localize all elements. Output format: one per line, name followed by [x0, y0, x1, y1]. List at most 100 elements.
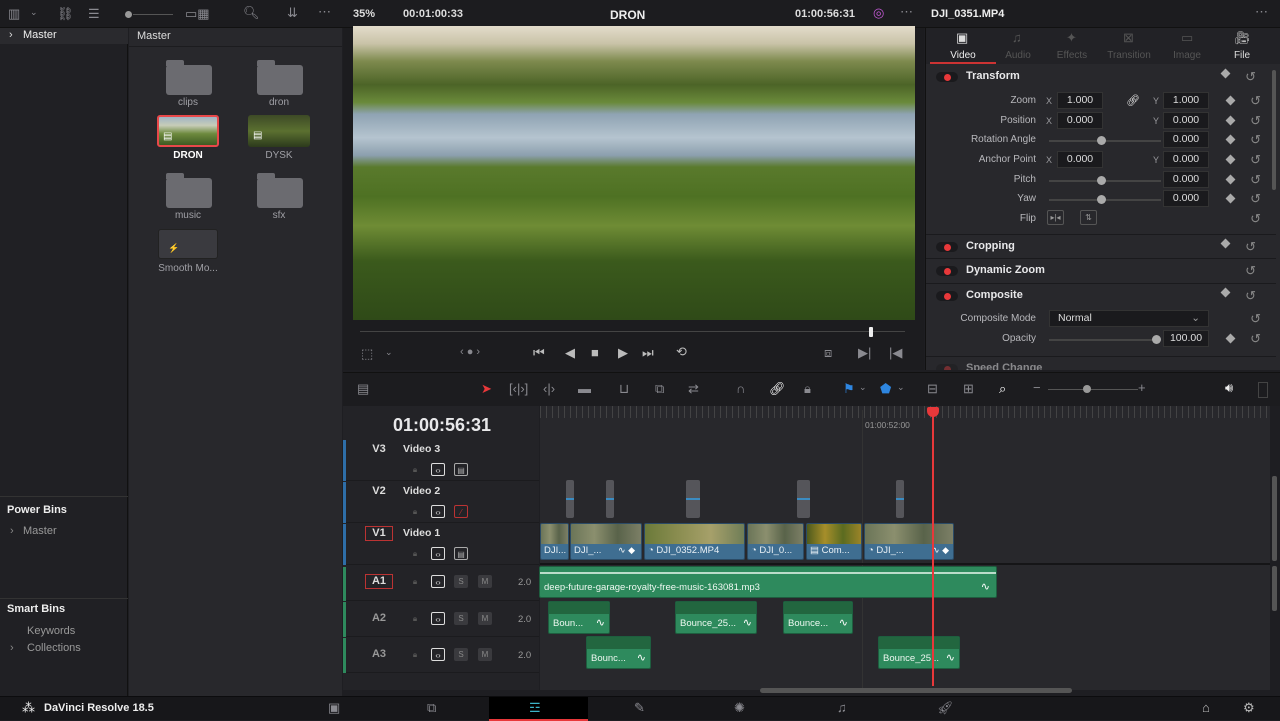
destination-track-a1[interactable]: A1	[365, 574, 393, 589]
metadata-icon[interactable]: ☰	[88, 6, 100, 22]
track-header-v3[interactable]: V3 Video 3 🔒︎ ‹› ▤	[343, 440, 539, 481]
insert-clip-icon[interactable]: ⊔	[619, 381, 629, 397]
reset-icon[interactable]: ↺	[1245, 288, 1256, 304]
search-icon[interactable]: 🔍︎	[243, 5, 260, 21]
media-item-clips[interactable]: clips	[143, 60, 233, 108]
more-options-icon[interactable]: ⋯	[1255, 4, 1268, 20]
yaw-field[interactable]: 0.000	[1163, 190, 1209, 207]
zoom-custom-icon[interactable]: ⌕	[999, 381, 1006, 397]
reset-icon[interactable]: ↺	[1250, 132, 1261, 148]
dynamic-trim-icon[interactable]: ‹|›	[543, 381, 555, 396]
more-options-icon[interactable]: ⋯	[900, 4, 913, 20]
edit-page-icon[interactable]: ☲	[529, 700, 541, 716]
reset-icon[interactable]: ↺	[1250, 172, 1261, 188]
transition[interactable]	[686, 480, 700, 518]
flip-horizontal-button[interactable]: ▸|◂	[1047, 210, 1064, 225]
zoom-out-icon[interactable]: −	[1033, 380, 1041, 395]
smart-bin-collections[interactable]: Collections	[27, 642, 81, 654]
viewer-zoom[interactable]: 35%	[353, 8, 375, 20]
mute-button[interactable]: M	[478, 648, 492, 661]
destination-track-v1[interactable]: V1	[365, 526, 393, 541]
tab-image[interactable]: ▭ Image	[1157, 28, 1217, 64]
play-icon[interactable]: ▶	[618, 345, 628, 361]
thumbnail-size-slider[interactable]	[125, 11, 132, 18]
home-icon[interactable]: ⌂	[1202, 700, 1210, 715]
video-clip[interactable]: ◔ DJI_... ∿ ◆	[864, 523, 954, 560]
pitch-field[interactable]: 0.000	[1163, 171, 1209, 188]
reset-icon[interactable]: ↺	[1250, 191, 1261, 207]
reset-icon[interactable]: ↺	[1250, 93, 1261, 109]
audio-clip-music[interactable]: deep-future-garage-royalty-free-music-16…	[539, 566, 997, 598]
trim-edit-icon[interactable]: [‹|›]	[509, 381, 528, 396]
yaw-slider-handle[interactable]	[1097, 195, 1106, 204]
cropping-section[interactable]: Cropping ↺	[926, 234, 1276, 258]
reset-icon[interactable]: ↺	[1245, 263, 1256, 279]
track-header-a2[interactable]: A2 🔒︎ ‹› S M 2.0	[343, 602, 539, 637]
media-item-music[interactable]: music	[143, 173, 233, 221]
keyframe-icon[interactable]	[1225, 174, 1236, 185]
tab-file[interactable]: 🎥︎ File	[1212, 28, 1272, 64]
smart-bin-keywords[interactable]: Keywords	[27, 625, 75, 637]
timeline-name-dropdown[interactable]: DRON	[610, 8, 645, 22]
keyframe-icon[interactable]	[1225, 134, 1236, 145]
audio-clip[interactable]: Bounce... ∿	[783, 601, 853, 634]
stop-icon[interactable]: ■	[591, 345, 599, 360]
timeline-horizontal-scrollbar[interactable]	[760, 688, 1072, 693]
lock-icon[interactable]: 🔒︎	[408, 547, 422, 560]
track-enable-icon[interactable]: ▤	[454, 547, 468, 560]
reset-icon[interactable]: ↺	[1250, 152, 1261, 168]
snapping-icon[interactable]: ∩	[736, 381, 745, 396]
media-item-dron[interactable]: dron	[234, 60, 324, 108]
media-item-dysk-timeline[interactable]: ▤ DYSK	[234, 114, 324, 164]
scrubber-track[interactable]	[360, 331, 905, 332]
auto-select-icon[interactable]: ‹›	[431, 575, 445, 588]
flag-icon[interactable]: ⚑	[843, 381, 855, 397]
speed-change-section[interactable]: Speed Change	[926, 356, 1276, 370]
composite-toggle[interactable]	[936, 291, 958, 301]
keyframe-icon[interactable]	[1220, 238, 1231, 249]
reset-icon[interactable]: ↺	[1250, 331, 1261, 347]
color-page-icon[interactable]: ✺	[734, 700, 745, 716]
rotation-field[interactable]: 0.000	[1163, 131, 1209, 148]
reset-icon[interactable]: ↺	[1245, 239, 1256, 255]
reset-icon[interactable]: ↺	[1250, 113, 1261, 129]
play-reverse-icon[interactable]: ◀	[565, 345, 575, 361]
speaker-icon[interactable]: 🔊︎	[1225, 380, 1233, 396]
keyframe-icon[interactable]	[1225, 193, 1236, 204]
position-lock-icon[interactable]: 🔒︎	[804, 381, 811, 397]
track-disabled-icon[interactable]: ⁄	[454, 505, 468, 518]
replace-clip-icon[interactable]: ⇄	[688, 381, 699, 397]
keyframe-icon[interactable]	[1225, 115, 1236, 126]
video-clip[interactable]: ◔ DJI_0...	[747, 523, 804, 560]
zoom-in-icon[interactable]: +	[1138, 380, 1146, 395]
media-item-sfx[interactable]: sfx	[234, 173, 324, 221]
settings-gear-icon[interactable]: ⚙	[1243, 700, 1255, 716]
composite-section[interactable]: Composite ↺	[926, 283, 1276, 307]
deliver-page-icon[interactable]: 🚀︎	[937, 700, 954, 716]
scrubber-handle[interactable]	[869, 327, 873, 337]
panel-toggle-icon[interactable]: ▥	[8, 6, 20, 22]
video-tracks-scrollbar[interactable]	[1272, 476, 1277, 561]
tab-video[interactable]: ▣ Video	[930, 28, 996, 64]
match-frame-icon[interactable]: ⧈	[824, 345, 832, 361]
audio-clip[interactable]: Bounce_25... ∿	[675, 601, 757, 634]
solo-button[interactable]: S	[454, 648, 468, 661]
link-icon[interactable]: 🔗︎	[1126, 94, 1140, 107]
dynamic-zoom-toggle[interactable]	[936, 266, 958, 276]
auto-select-icon[interactable]: ‹›	[431, 547, 445, 560]
auto-select-icon[interactable]: ‹›	[431, 505, 445, 518]
lock-icon[interactable]: 🔒︎	[408, 505, 422, 518]
keyframe-icon[interactable]	[1225, 95, 1236, 106]
transition[interactable]	[896, 480, 904, 518]
fairlight-page-icon[interactable]: ♫	[837, 700, 847, 715]
go-to-start-icon[interactable]: ⏮	[533, 345, 545, 361]
lock-icon[interactable]: 🔒︎	[408, 612, 422, 625]
tab-audio[interactable]: ♫ Audio	[988, 28, 1048, 64]
linked-selection-icon[interactable]: 🔗︎	[769, 381, 786, 397]
chevron-down-icon[interactable]: ⌄	[897, 382, 905, 393]
opacity-field[interactable]: 100.00	[1163, 330, 1209, 347]
track-header-a3[interactable]: A3 🔒︎ ‹› S M 2.0	[343, 638, 539, 673]
fusion-page-icon[interactable]: ✎	[634, 700, 645, 716]
tab-transition[interactable]: ⊠ Transition	[1099, 28, 1159, 64]
blade-icon[interactable]: ▬	[578, 381, 591, 396]
